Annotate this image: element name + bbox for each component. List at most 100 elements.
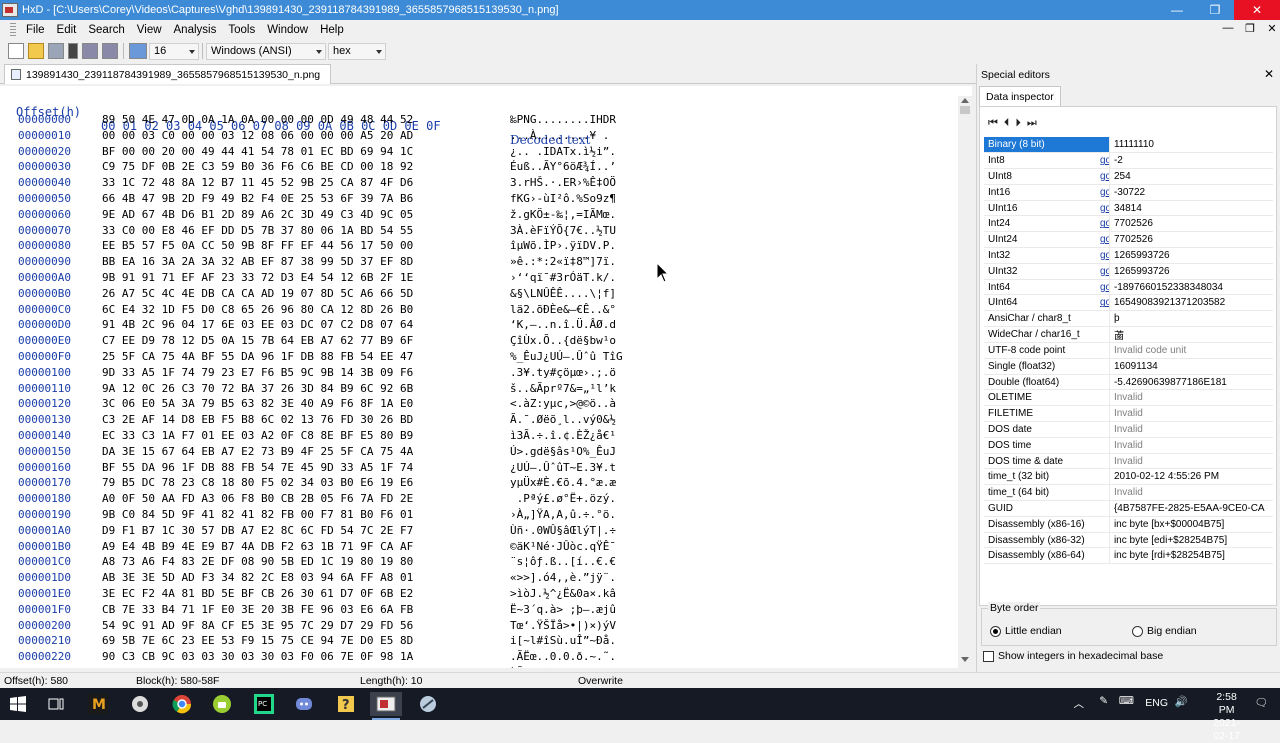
row-hex-bytes[interactable]: BF 00 00 20 00 49 44 41 54 78 01 EC BD 6… bbox=[102, 145, 413, 158]
inspector-row[interactable]: Disassembly (x86-32) inc byte [edi+$28254… bbox=[984, 532, 1273, 549]
row-decoded-text[interactable]: «>>].ó4‚,è.”jÿ¨. bbox=[510, 571, 616, 584]
inspector-row[interactable]: Single (float32) 16091134 bbox=[984, 358, 1273, 375]
inspector-row[interactable]: GUID {4B7587FE-2825-E5AA-9CE0-CA bbox=[984, 500, 1273, 517]
inspector-value[interactable]: inc byte [edi+$28254B75] bbox=[1108, 532, 1273, 549]
clock[interactable]: 2:58 PM 2021-02-17 bbox=[1213, 691, 1240, 743]
scroll-down-icon[interactable] bbox=[961, 657, 969, 662]
inspector-row[interactable]: UInt8 go to:254 bbox=[984, 168, 1273, 185]
open-ram-icon[interactable] bbox=[68, 43, 78, 59]
row-hex-bytes[interactable]: 54 9C 91 AD 9F 8A CF E5 3E 95 7C 29 D7 2… bbox=[102, 619, 413, 632]
row-hex-bytes[interactable]: C9 75 DF 0B 2E C3 59 B0 36 F6 C6 BE CD 0… bbox=[102, 160, 413, 173]
menu-view[interactable]: View bbox=[131, 24, 168, 36]
inspector-value[interactable]: 16091134 bbox=[1108, 358, 1273, 375]
goto-link[interactable]: go to: bbox=[1100, 266, 1109, 277]
row-decoded-text[interactable]: ÇîÙx.Õ..{dë§bw¹o bbox=[510, 334, 616, 347]
row-decoded-text[interactable]: Tœ‘.ŸŠÏå>•|)×)ýV bbox=[510, 619, 616, 632]
inspector-value[interactable]: inc byte [rdi+$28254B75] bbox=[1108, 547, 1273, 565]
row-decoded-text[interactable]: ¿UÚ–.ÛˆûT~E.3¥.t bbox=[510, 461, 616, 474]
inspector-value[interactable]: 16549083921371203582 bbox=[1108, 294, 1273, 312]
row-decoded-text[interactable]: fKG›-ùI²ô.%So9z¶ bbox=[510, 192, 616, 205]
inspector-value[interactable]: Invalid bbox=[1108, 437, 1273, 454]
row-decoded-text[interactable]: ‰PNG........IHDR bbox=[510, 113, 616, 126]
row-decoded-text[interactable]: .Pªý£.ø°Ë+.özý. bbox=[510, 492, 616, 505]
row-hex-bytes[interactable]: AB 3E 3E 5D AD F3 34 82 2C E8 03 94 6A F… bbox=[102, 571, 413, 584]
row-hex-bytes[interactable]: 91 4B 2C 96 04 17 6E 03 EE 03 DC 07 C2 D… bbox=[102, 318, 413, 331]
row-hex-bytes[interactable]: 89 50 4E 47 0D 0A 1A 0A 00 00 00 0D 49 4… bbox=[102, 113, 413, 126]
inspector-value[interactable]: 7702526 bbox=[1108, 231, 1273, 249]
hex-editor-scrollbar[interactable] bbox=[958, 96, 972, 668]
keyboard-icon[interactable]: ⌨ bbox=[1119, 695, 1134, 707]
scroll-thumb[interactable] bbox=[960, 106, 970, 114]
inspector-row[interactable]: Int8 go to:-2 bbox=[984, 152, 1273, 170]
inspector-value[interactable]: Invalid bbox=[1108, 453, 1273, 470]
row-decoded-text[interactable]: .3¥.ty#çöµœ›.;.ö bbox=[510, 366, 616, 379]
row-decoded-text[interactable]: &§\LNÛÊÊ....\¦f] bbox=[510, 287, 616, 300]
inspector-row[interactable]: Binary (8 bit) 11111110 bbox=[984, 137, 1273, 154]
app-blue-icon[interactable] bbox=[412, 692, 444, 716]
hex-base-checkbox[interactable]: Show integers in hexadecimal base bbox=[983, 650, 1163, 662]
inspector-row[interactable]: time_t (64 bit) Invalid bbox=[984, 484, 1273, 502]
menu-file[interactable]: File bbox=[20, 24, 51, 36]
app-gear-icon[interactable] bbox=[124, 692, 156, 716]
row-decoded-text[interactable]: ž.gKÖ±-‰¦,=IÃMœ. bbox=[510, 208, 616, 221]
inspector-value[interactable]: Invalid bbox=[1108, 484, 1273, 502]
row-hex-bytes[interactable]: 6C E4 32 1D F5 D0 C8 65 26 96 80 CA 12 8… bbox=[102, 303, 413, 316]
row-decoded-text[interactable]: yµÜx#È.€õ.4.°æ.æ bbox=[510, 476, 616, 489]
row-hex-bytes[interactable]: 9A 12 0C 26 C3 70 72 BA 37 26 3D 84 B9 6… bbox=[102, 382, 413, 395]
goto-link[interactable]: go to: bbox=[1100, 218, 1109, 229]
row-decoded-text[interactable]: àÃ.¯.Øëõ»l..v}†. bbox=[510, 666, 616, 668]
menu-search[interactable]: Search bbox=[82, 24, 130, 36]
inspector-value[interactable]: 254 bbox=[1108, 168, 1273, 185]
row-hex-bytes[interactable]: EE B5 57 F5 0A CC 50 9B 8F FF EF 44 56 1… bbox=[102, 239, 413, 252]
inspector-row[interactable]: AnsiChar / char8_t þ bbox=[984, 310, 1273, 328]
inspector-row[interactable]: DOS date Invalid bbox=[984, 421, 1273, 438]
row-decoded-text[interactable]: lä2.õÐÈe&–€Ê..&° bbox=[510, 303, 616, 316]
row-decoded-text[interactable]: %_ÊuJ¿UÚ–.Ûˆû TîG bbox=[510, 350, 623, 363]
row-decoded-text[interactable]: š..&Ãprº7&=„¹l’k bbox=[510, 382, 616, 395]
row-hex-bytes[interactable]: 3E EC F2 4A 81 BD 5E BF CB 26 30 61 D7 0… bbox=[102, 587, 413, 600]
pen-icon[interactable]: ✎ bbox=[1099, 695, 1108, 707]
row-decoded-text[interactable]: ¿.. .IDATx.ì½i”. bbox=[510, 145, 616, 158]
app-m-icon[interactable]: M bbox=[82, 692, 114, 716]
mdi-minimize-button[interactable]: — bbox=[1222, 22, 1234, 35]
row-decoded-text[interactable]: îµWõ.ÌP›.ÿïDV.P. bbox=[510, 239, 616, 252]
goto-link[interactable]: go to: bbox=[1100, 297, 1109, 308]
row-decoded-text[interactable]: Ùñ·.0WÛ§âŒlýT|.÷ bbox=[510, 524, 616, 537]
row-decoded-text[interactable]: Ú>.gdë§âs¹O%_ÊuJ bbox=[510, 445, 616, 458]
save-icon[interactable] bbox=[48, 43, 64, 59]
mdi-close-button[interactable]: ✕ bbox=[1266, 22, 1278, 35]
offset-base-select[interactable]: hex bbox=[328, 42, 386, 60]
inspector-value[interactable]: 1265993726 bbox=[1108, 247, 1273, 264]
open-file-icon[interactable] bbox=[28, 43, 44, 59]
inspector-value[interactable]: þ bbox=[1108, 310, 1273, 328]
help-app-icon[interactable]: ? bbox=[330, 692, 362, 716]
row-hex-bytes[interactable]: 26 A7 5C 4C 4E DB CA CA AD 19 07 8D 5C A… bbox=[102, 287, 413, 300]
inspector-row[interactable]: Int64 go to:-1897660152338348034 bbox=[984, 279, 1273, 296]
inspector-row[interactable]: DOS time & date Invalid bbox=[984, 453, 1273, 470]
mdi-restore-button[interactable]: ❐ bbox=[1244, 22, 1256, 35]
row-hex-bytes[interactable]: 3C 06 E0 5A 3A 79 B5 63 82 3E 40 A9 F6 8… bbox=[102, 397, 413, 410]
inspector-value[interactable]: Invalid code unit bbox=[1108, 342, 1273, 359]
row-hex-bytes[interactable]: A0 0F 50 AA FD A3 06 F8 B0 CB 2B 05 F6 7… bbox=[102, 492, 413, 505]
row-hex-bytes[interactable]: 69 5B 7E 6C 23 EE 53 F9 15 75 CE 94 7E D… bbox=[102, 634, 413, 647]
row-decoded-text[interactable]: ...À........¥ . bbox=[510, 129, 609, 142]
scroll-up-icon[interactable] bbox=[961, 98, 969, 103]
inspector-row[interactable]: Disassembly (x86-64) inc byte [rdi+$28254… bbox=[984, 547, 1273, 565]
minimize-button[interactable]: — bbox=[1158, 0, 1196, 20]
menu-window[interactable]: Window bbox=[261, 24, 314, 36]
inspector-value[interactable]: -2 bbox=[1108, 152, 1273, 170]
pycharm-icon[interactable]: PC bbox=[248, 692, 280, 716]
row-hex-bytes[interactable]: CB 7E 33 B4 71 1F E0 3E 20 3B FE 96 03 E… bbox=[102, 603, 413, 616]
inspector-row[interactable]: DOS time Invalid bbox=[984, 437, 1273, 454]
row-hex-bytes[interactable]: EC 33 C3 1A F7 01 EE 03 A2 0F C8 8E BF E… bbox=[102, 429, 413, 442]
inspector-row[interactable]: Int32 go to:1265993726 bbox=[984, 247, 1273, 264]
big-endian-radio[interactable]: Big endian bbox=[1132, 625, 1197, 637]
row-hex-bytes[interactable]: BF 55 DA 96 1F DB 88 FB 54 7E 45 9D 33 A… bbox=[102, 461, 413, 474]
panel-close-icon[interactable]: ✕ bbox=[1264, 67, 1274, 81]
inspector-row[interactable]: OLETIME Invalid bbox=[984, 389, 1273, 407]
inspector-row[interactable]: Int16 go to:-30722 bbox=[984, 184, 1273, 201]
inspector-value[interactable]: 7702526 bbox=[1108, 215, 1273, 233]
row-hex-bytes[interactable]: A8 73 A6 F4 83 2E DF 08 90 5B ED 1C 19 8… bbox=[102, 555, 413, 568]
menu-help[interactable]: Help bbox=[314, 24, 350, 36]
android-icon[interactable] bbox=[206, 692, 238, 716]
